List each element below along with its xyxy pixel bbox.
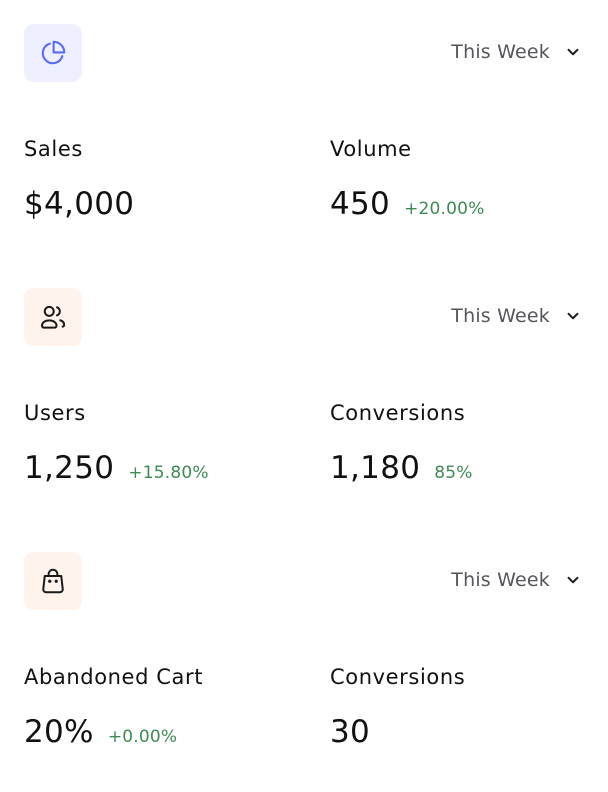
- metric-users: Users 1,250 +15.80%: [24, 400, 209, 486]
- period-dropdown-label: This Week: [451, 569, 550, 591]
- metric-label: Abandoned Cart: [24, 665, 204, 689]
- metric-label: Volume: [330, 137, 412, 161]
- metric-conversions: Conversions 1,180 85%: [330, 400, 473, 486]
- metric-label: Conversions: [330, 401, 466, 425]
- metric-label: Users: [24, 401, 86, 425]
- metric-change: +15.80%: [128, 463, 209, 483]
- pie-chart-icon-tile: [24, 24, 82, 82]
- sales-summary-card: This Week Sales $4,000 Volume 450 +20.00…: [0, 0, 608, 264]
- cart-summary-card: This Week Abandoned Cart 20% +0.00% Conv…: [0, 528, 608, 792]
- metric-value: $4,000: [24, 186, 135, 222]
- period-dropdown-label: This Week: [451, 305, 550, 327]
- period-dropdown-label: This Week: [451, 41, 550, 63]
- users-summary-card: This Week Users 1,250 +15.80% Conversion…: [0, 264, 608, 528]
- chevron-down-icon: [567, 48, 579, 56]
- period-dropdown[interactable]: This Week: [451, 304, 582, 328]
- chevron-down-icon: [567, 576, 579, 584]
- metric-value: 450: [330, 186, 391, 222]
- metric-sales: Sales $4,000: [24, 136, 134, 222]
- metric-value: 30: [330, 714, 371, 750]
- users-icon: [41, 305, 66, 329]
- period-dropdown[interactable]: This Week: [451, 40, 582, 64]
- metric-label: Sales: [24, 137, 83, 161]
- metric-change: +0.00%: [107, 727, 178, 747]
- metric-value: 1,180: [330, 450, 421, 486]
- pie-chart-icon: [41, 40, 66, 65]
- shopping-bag-icon-tile: [24, 552, 82, 610]
- metric-value: 20%: [24, 714, 94, 750]
- metric-change: 85%: [434, 463, 473, 483]
- metric-abandoned-cart: Abandoned Cart 20% +0.00%: [24, 664, 203, 750]
- chevron-down-icon: [567, 312, 579, 320]
- metric-value: 1,250: [24, 450, 115, 486]
- metric-volume: Volume 450 +20.00%: [330, 136, 485, 222]
- period-dropdown[interactable]: This Week: [451, 568, 582, 592]
- users-icon-tile: [24, 288, 82, 346]
- metric-label: Conversions: [330, 665, 466, 689]
- metric-change: +20.00%: [404, 199, 485, 219]
- shopping-bag-icon: [42, 568, 64, 594]
- metric-conversions: Conversions 30: [330, 664, 465, 750]
